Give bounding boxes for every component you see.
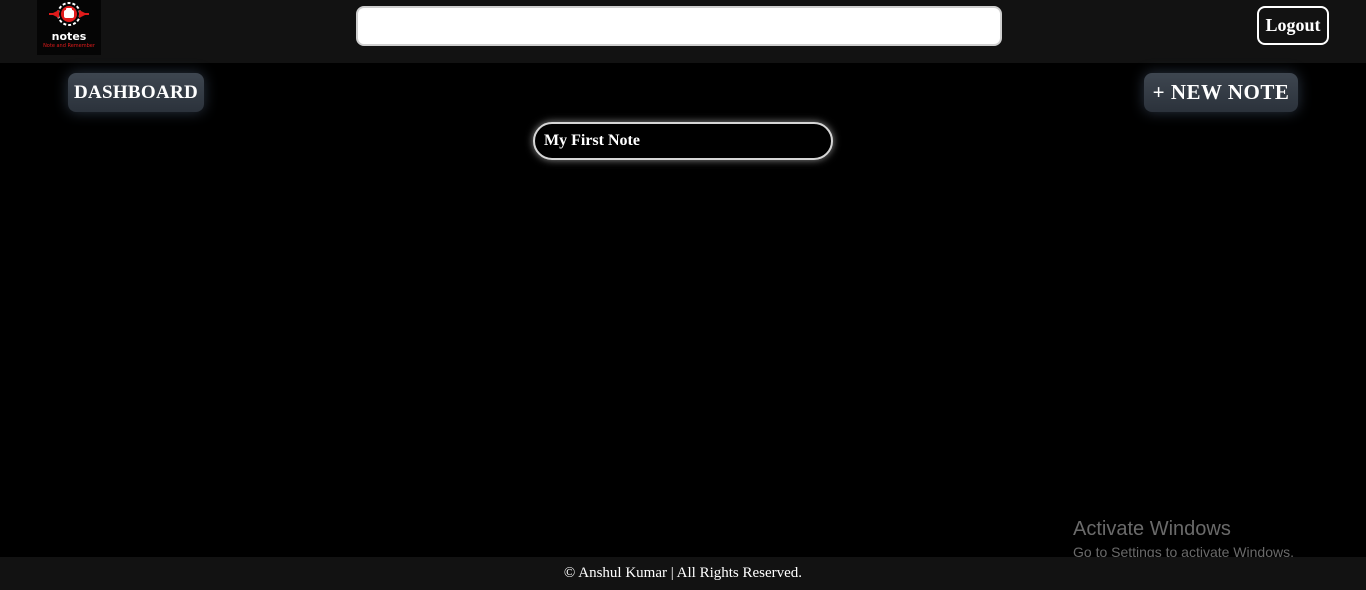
- footer-copyright: © Anshul Kumar | All Rights Reserved.: [563, 565, 803, 581]
- dashboard-button[interactable]: DASHBOARD: [68, 73, 204, 112]
- logo-text: notes: [51, 30, 87, 43]
- note-card[interactable]: My First Note: [533, 122, 833, 160]
- logout-button[interactable]: Logout: [1257, 6, 1329, 45]
- search-input[interactable]: [356, 6, 1002, 46]
- header-bar: notes Note and Remember Logout: [0, 0, 1366, 63]
- footer: © Anshul Kumar | All Rights Reserved.: [0, 557, 1366, 590]
- fist-gear-logo-icon: [49, 2, 89, 26]
- note-title: My First Note: [544, 132, 640, 149]
- watermark-title: Activate Windows: [1073, 518, 1231, 540]
- new-note-button[interactable]: + NEW NOTE: [1144, 73, 1298, 112]
- logo-tagline: Note and Remember: [43, 43, 95, 49]
- app-logo[interactable]: notes Note and Remember: [37, 0, 101, 55]
